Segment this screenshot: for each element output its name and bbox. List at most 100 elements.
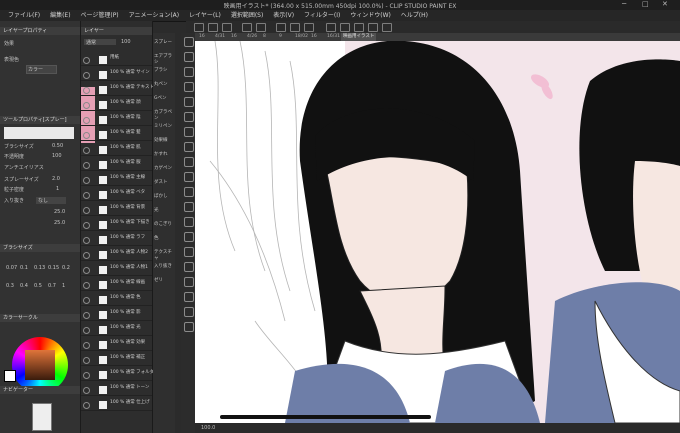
layer-row[interactable]: 100 % 通常 人物1 <box>81 265 152 276</box>
tool-button-icon[interactable] <box>184 67 194 77</box>
layer-row[interactable]: 100 % 通常 ラフ <box>81 235 152 246</box>
layer-row[interactable]: 用紙 <box>81 55 152 66</box>
subtool-item[interactable]: 丸ペン <box>154 81 174 87</box>
stroke-b-value[interactable]: 25.0 <box>54 220 65 226</box>
visibility-eye-icon[interactable] <box>83 102 90 109</box>
visibility-eye-icon[interactable] <box>83 267 90 274</box>
visibility-eye-icon[interactable] <box>83 117 90 124</box>
opacity-value[interactable]: 100 <box>52 153 62 159</box>
visibility-eye-icon[interactable] <box>83 372 90 379</box>
tool-button-icon[interactable] <box>184 157 194 167</box>
canvas-tab[interactable]: 16/31 <box>325 33 342 41</box>
layer-row[interactable]: 100 % 通常 顔 <box>81 100 152 111</box>
tool-button-icon[interactable] <box>184 52 194 62</box>
subtool-item[interactable]: カゲペン <box>154 165 174 171</box>
layer-row[interactable]: 100 % 通常 テキスト <box>81 85 154 96</box>
menu-window[interactable]: ウィンドウ(W) <box>350 10 391 21</box>
snap-icon[interactable] <box>368 23 378 32</box>
visibility-eye-icon[interactable] <box>83 57 90 64</box>
color-square[interactable] <box>25 350 55 380</box>
visibility-eye-icon[interactable] <box>83 282 90 289</box>
subtool-item[interactable]: テクスチャ <box>154 249 174 261</box>
layer-row[interactable]: 100 % 通常 サイン <box>81 70 152 81</box>
visibility-eye-icon[interactable] <box>83 402 90 409</box>
transform-icon[interactable] <box>304 23 314 32</box>
tool-button-icon[interactable] <box>184 82 194 92</box>
menu-edit[interactable]: 編集(E) <box>50 10 70 21</box>
minimize-icon[interactable]: ─ <box>622 0 626 8</box>
canvas-tab[interactable]: 16 <box>229 33 239 41</box>
tool-button-icon[interactable] <box>184 142 194 152</box>
visibility-eye-icon[interactable] <box>83 72 90 79</box>
visibility-eye-icon[interactable] <box>83 237 90 244</box>
size-preset[interactable]: 0.7 <box>48 283 56 289</box>
layer-row[interactable]: 100 % 通常 トーン <box>81 385 152 396</box>
stroke-select[interactable]: なし <box>36 197 66 204</box>
horizontal-scrollbar[interactable] <box>220 415 431 419</box>
layer-opacity-value[interactable]: 100 <box>121 39 131 45</box>
layer-row[interactable]: 100 % 通常 背景 <box>81 205 152 216</box>
layer-row[interactable]: 100 % 通常 仕上げ <box>81 400 152 411</box>
canvas-tab[interactable]: 映画用イラスト <box>341 33 377 41</box>
menu-help[interactable]: ヘルプ(H) <box>401 10 428 21</box>
subtool-item[interactable]: ブラシ <box>154 67 174 73</box>
tool-button-icon[interactable] <box>184 112 194 122</box>
menu-file[interactable]: ファイル(F) <box>8 10 40 21</box>
tool-button-icon[interactable] <box>184 202 194 212</box>
size-preset[interactable]: 0.13 <box>34 265 45 271</box>
particle-density-value[interactable]: 1 <box>56 186 59 192</box>
tool-button-icon[interactable] <box>184 307 194 317</box>
menu-selection[interactable]: 選択範囲(S) <box>231 10 264 21</box>
navigator-thumbnail[interactable] <box>32 403 52 431</box>
layer-row[interactable]: 100 % 通常 線画 <box>81 280 152 291</box>
clear-icon[interactable] <box>276 23 286 32</box>
layer-row[interactable]: 100 % 通常 補正 <box>81 355 152 366</box>
visibility-eye-icon[interactable] <box>83 147 90 154</box>
visibility-eye-icon[interactable] <box>83 132 90 139</box>
invert-selection-icon[interactable] <box>340 23 350 32</box>
visibility-eye-icon[interactable] <box>83 207 90 214</box>
tool-button-icon[interactable] <box>184 37 194 47</box>
size-preset[interactable]: 0.3 <box>6 283 14 289</box>
subtool-item[interactable]: 効果線 <box>154 137 174 143</box>
tool-button-icon[interactable] <box>184 97 194 107</box>
redo-icon[interactable] <box>256 23 266 32</box>
subtool-item[interactable]: エアブラシ <box>154 53 174 65</box>
visibility-eye-icon[interactable] <box>83 297 90 304</box>
save-icon[interactable] <box>222 23 232 32</box>
tool-button-icon[interactable] <box>184 247 194 257</box>
subtool-item[interactable]: かすれ <box>154 151 174 157</box>
expression-select[interactable]: カラー <box>26 65 57 74</box>
canvas-tab[interactable]: 8 <box>261 33 268 41</box>
layer-row[interactable]: 100 % 通常 肌 <box>81 145 152 156</box>
tool-button-icon[interactable] <box>184 187 194 197</box>
tool-button-icon[interactable] <box>184 277 194 287</box>
grid-icon[interactable] <box>382 23 392 32</box>
illustration-canvas[interactable] <box>195 41 680 423</box>
menu-view[interactable]: 表示(V) <box>273 10 294 21</box>
visibility-eye-icon[interactable] <box>83 192 90 199</box>
subtool-item[interactable]: 光 <box>154 207 174 213</box>
canvas-tab[interactable]: 4/31 <box>213 33 227 41</box>
tool-button-icon[interactable] <box>184 262 194 272</box>
visibility-eye-icon[interactable] <box>83 162 90 169</box>
subtool-item[interactable]: ぼかし <box>154 193 174 199</box>
layer-row[interactable]: 100 % 通常 人物2 <box>81 250 152 261</box>
canvas-tab[interactable]: 16 <box>197 33 207 41</box>
visibility-eye-icon[interactable] <box>83 177 90 184</box>
layer-row[interactable]: 100 % 通常 効果 <box>81 340 152 351</box>
size-preset[interactable]: 0.1 <box>20 265 28 271</box>
brush-size-value[interactable]: 0.50 <box>52 143 63 149</box>
layer-row[interactable]: 100 % 通常 主線 <box>81 175 152 186</box>
layer-row[interactable]: 100 % 通常 影 <box>81 310 152 321</box>
menu-layer[interactable]: レイヤー(L) <box>189 10 221 21</box>
main-color-swatch[interactable] <box>4 370 16 382</box>
subtool-item[interactable]: スプレー <box>154 39 174 45</box>
subtool-item[interactable]: 入り抜き <box>154 263 174 269</box>
blend-mode-select[interactable]: 通常 <box>84 39 116 46</box>
visibility-eye-icon[interactable] <box>83 222 90 229</box>
deselect-icon[interactable] <box>326 23 336 32</box>
canvas-tab[interactable]: 4/26 <box>245 33 259 41</box>
visibility-eye-icon[interactable] <box>83 252 90 259</box>
layer-row[interactable]: 100 % 通常 ベタ <box>81 190 152 201</box>
